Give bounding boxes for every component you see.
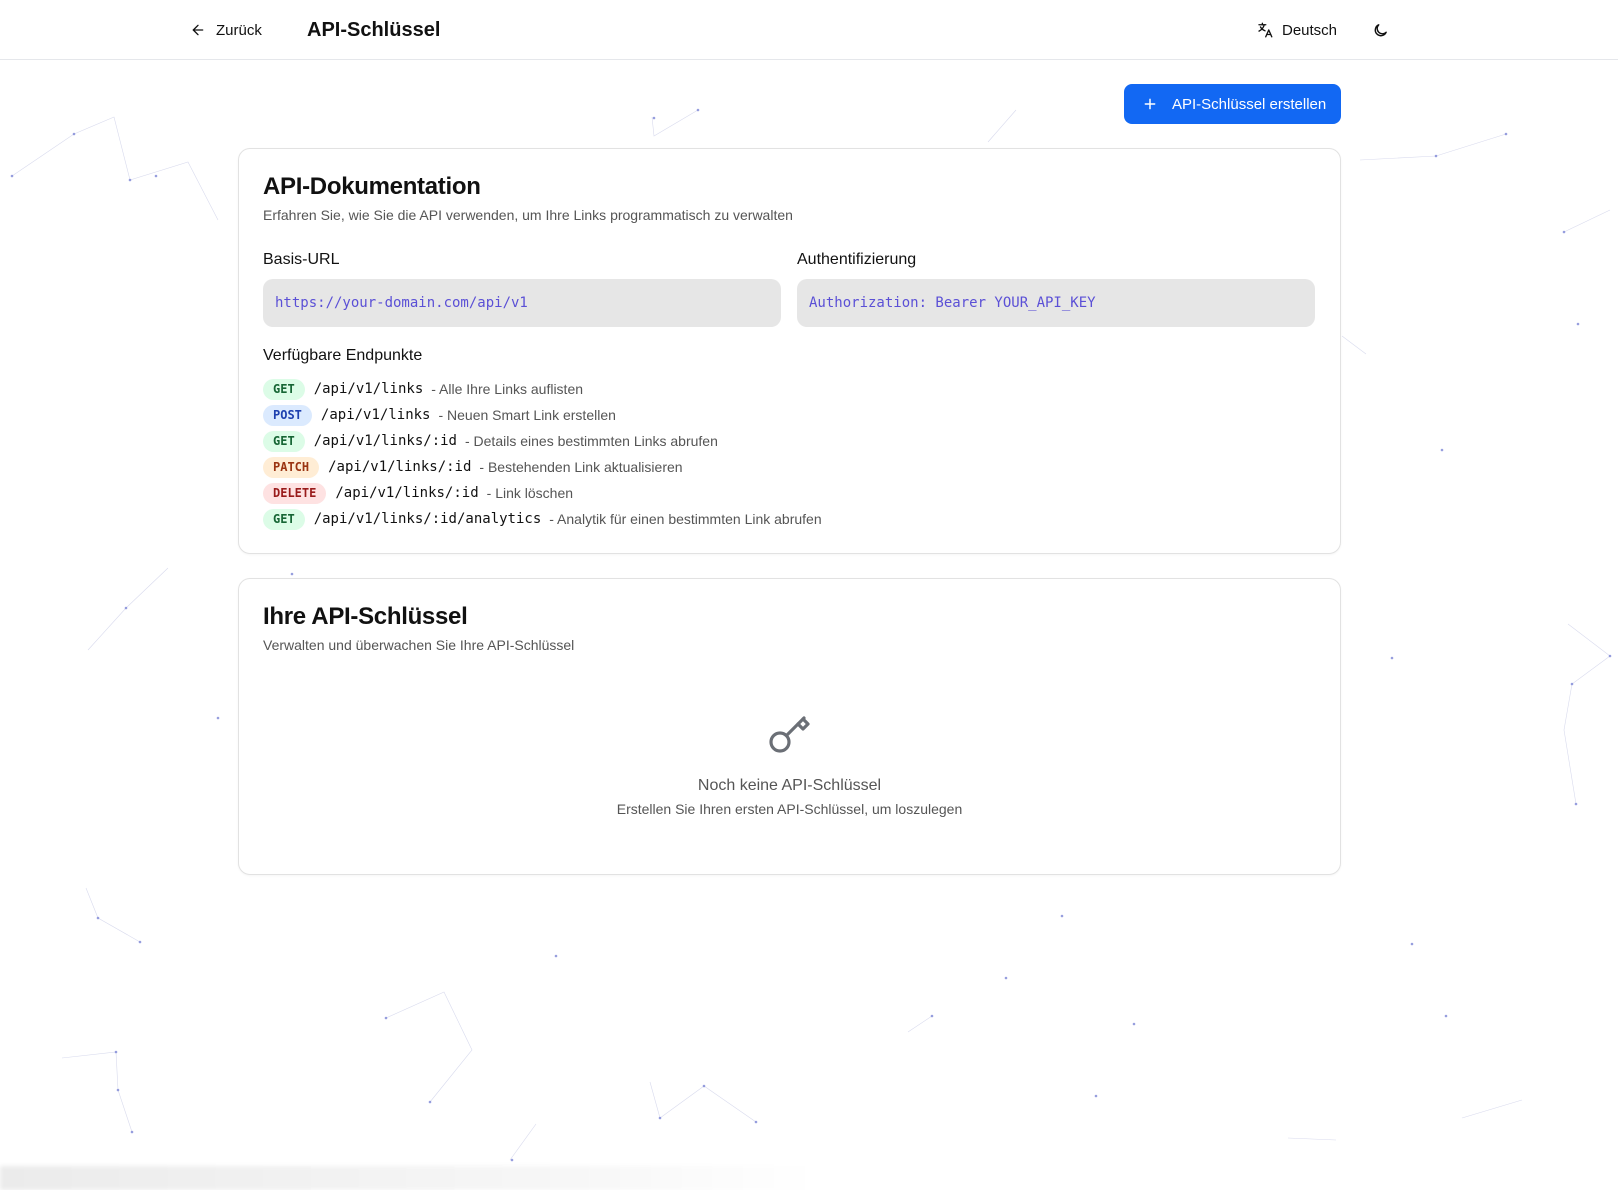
- back-button[interactable]: Zurück: [190, 14, 262, 46]
- endpoint-path: /api/v1/links: [320, 407, 431, 423]
- endpoint-list: GET /api/v1/links - Alle Ihre Links aufl…: [263, 376, 822, 532]
- page-title: API-Schlüssel: [307, 19, 441, 41]
- bottom-shadow: [0, 1166, 820, 1190]
- method-badge-delete: DELETE: [263, 482, 327, 504]
- auth-code[interactable]: Authorization: Bearer YOUR_API_KEY: [797, 279, 1315, 327]
- endpoint-row: GET /api/v1/links/:id/analytics - Analyt…: [263, 506, 822, 532]
- endpoint-description: - Details eines bestimmten Links abrufen: [464, 433, 718, 449]
- plus-icon: [1144, 98, 1156, 110]
- method-badge-get: GET: [263, 430, 305, 452]
- empty-state-title: Noch keine API-Schlüssel: [697, 777, 882, 794]
- base-url-label: Basis-URL: [263, 251, 340, 268]
- language-switcher[interactable]: Deutsch: [1256, 14, 1337, 46]
- empty-state-subtitle: Erstellen Sie Ihren ersten API-Schlüssel…: [616, 801, 963, 817]
- create-api-key-label: API-Schlüssel erstellen: [1172, 95, 1327, 113]
- key-icon: [769, 716, 810, 753]
- endpoint-row: GET /api/v1/links - Alle Ihre Links aufl…: [263, 376, 822, 402]
- endpoint-path: /api/v1/links: [313, 381, 424, 397]
- method-badge-patch: PATCH: [263, 456, 320, 478]
- create-api-key-button[interactable]: API-Schlüssel erstellen: [1124, 84, 1341, 124]
- method-badge-get: GET: [263, 378, 305, 400]
- base-url-code[interactable]: https://your-domain.com/api/v1: [263, 279, 781, 327]
- docs-title: API-Dokumentation: [263, 173, 481, 200]
- endpoint-description: - Alle Ihre Links auflisten: [431, 381, 584, 397]
- endpoint-row: DELETE /api/v1/links/:id - Link löschen: [263, 480, 822, 506]
- language-label: Deutsch: [1282, 21, 1338, 39]
- method-badge-get: GET: [263, 508, 305, 530]
- moon-icon: [1374, 23, 1387, 36]
- endpoint-description: - Link löschen: [486, 485, 574, 501]
- translate-icon: [1258, 22, 1273, 38]
- endpoint-path: /api/v1/links/:id: [335, 485, 479, 501]
- endpoint-path: /api/v1/links/:id: [328, 459, 472, 475]
- endpoint-path: /api/v1/links/:id/analytics: [313, 511, 542, 527]
- api-keys-card: Ihre API-Schlüssel Verwalten und überwac…: [238, 578, 1341, 875]
- endpoint-description: - Analytik für einen bestimmten Link abr…: [549, 511, 822, 527]
- endpoint-description: - Bestehenden Link aktualisieren: [479, 459, 683, 475]
- docs-subtitle: Erfahren Sie, wie Sie die API verwenden,…: [263, 207, 793, 223]
- endpoint-row: PATCH /api/v1/links/:id - Bestehenden Li…: [263, 454, 822, 480]
- keys-subtitle: Verwalten und überwachen Sie Ihre API-Sc…: [263, 637, 575, 653]
- top-bar: Zurück API-Schlüssel Deutsch: [0, 0, 1618, 60]
- keys-title: Ihre API-Schlüssel: [263, 603, 468, 630]
- endpoints-title: Verfügbare Endpunkte: [263, 347, 423, 364]
- arrow-left-icon: [192, 24, 204, 36]
- method-badge-post: POST: [263, 404, 312, 426]
- endpoint-row: POST /api/v1/links - Neuen Smart Link er…: [263, 402, 822, 428]
- auth-label: Authentifizierung: [797, 251, 917, 268]
- endpoint-description: - Neuen Smart Link erstellen: [438, 407, 616, 423]
- endpoint-path: /api/v1/links/:id: [313, 433, 457, 449]
- api-documentation-card: API-Dokumentation Erfahren Sie, wie Sie …: [238, 148, 1341, 554]
- endpoint-row: GET /api/v1/links/:id - Details eines be…: [263, 428, 822, 454]
- back-label: Zurück: [216, 21, 262, 39]
- theme-toggle-button[interactable]: [1364, 14, 1396, 46]
